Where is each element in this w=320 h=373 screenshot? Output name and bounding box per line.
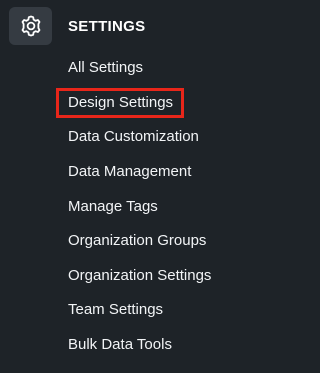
settings-panel: SETTINGS All Settings Design Settings Da… — [0, 0, 248, 373]
menu-item-all-settings[interactable]: All Settings — [0, 51, 248, 86]
settings-menu: All Settings Design Settings Data Custom… — [0, 51, 248, 362]
gear-icon[interactable] — [9, 7, 52, 45]
menu-item-label: Manage Tags — [68, 197, 158, 215]
menu-item-design-settings[interactable]: Design Settings — [0, 86, 248, 121]
section-title: SETTINGS — [68, 18, 146, 35]
menu-item-organization-groups[interactable]: Organization Groups — [0, 224, 248, 259]
menu-item-data-customization[interactable]: Data Customization — [0, 120, 248, 155]
menu-item-label: Organization Groups — [68, 232, 207, 250]
menu-item-label: Bulk Data Tools — [68, 336, 172, 354]
menu-item-label: Design Settings — [68, 93, 174, 111]
menu-item-label: All Settings — [68, 59, 144, 77]
menu-item-team-settings[interactable]: Team Settings — [0, 293, 248, 328]
menu-item-organization-settings[interactable]: Organization Settings — [0, 259, 248, 294]
menu-item-label: Team Settings — [68, 301, 164, 319]
menu-item-label: Organization Settings — [68, 266, 212, 284]
menu-item-label: Data Management — [68, 163, 192, 181]
menu-item-label: Data Customization — [68, 128, 199, 146]
menu-item-bulk-data-tools[interactable]: Bulk Data Tools — [0, 328, 248, 363]
menu-item-data-management[interactable]: Data Management — [0, 155, 248, 190]
menu-item-manage-tags[interactable]: Manage Tags — [0, 189, 248, 224]
